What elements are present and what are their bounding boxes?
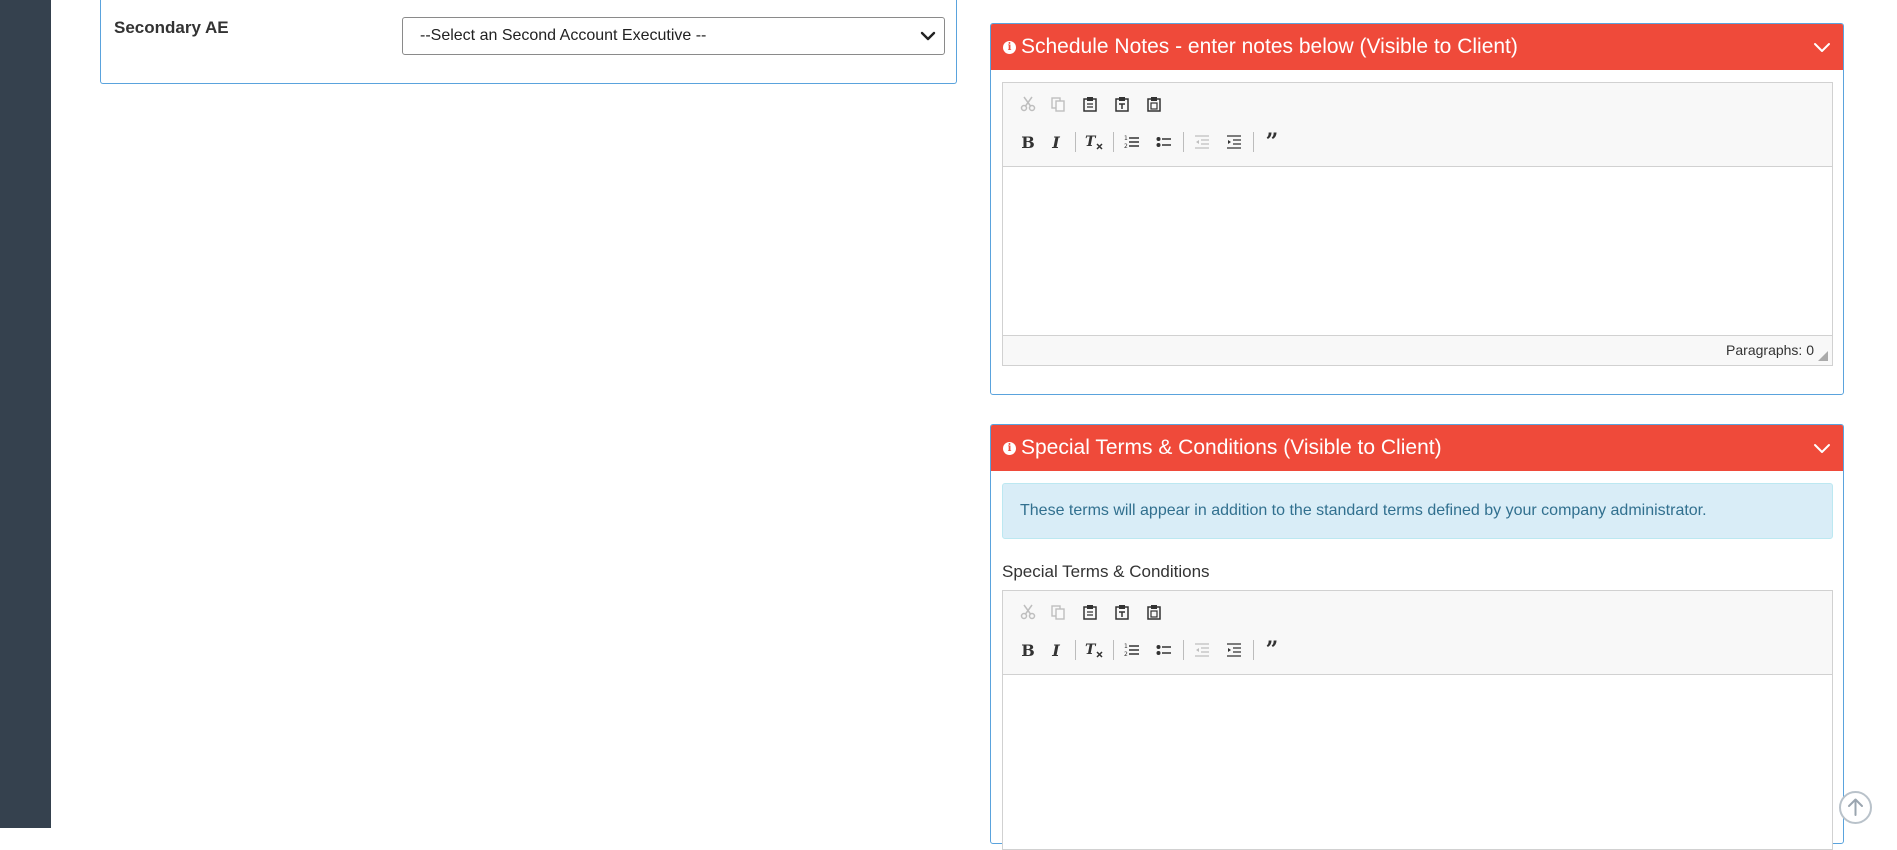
indent-icon[interactable] (1223, 131, 1245, 153)
scroll-to-top-button[interactable] (1839, 791, 1872, 824)
schedule-notes-header[interactable]: i Schedule Notes - enter notes below (Vi… (991, 24, 1843, 70)
paste-icon[interactable] (1079, 601, 1101, 623)
remove-format-icon[interactable]: T (1083, 131, 1105, 153)
toolbar-separator (1253, 640, 1254, 660)
chevron-down-icon[interactable] (1813, 40, 1831, 54)
secondary-ae-label: Secondary AE (114, 18, 229, 37)
account-executive-panel: Secondary AE --Select an Second Account … (100, 0, 957, 84)
chevron-down-icon (920, 31, 936, 41)
schedule-notes-editor: B I T 12 ” Paragraphs: 0 (1002, 82, 1833, 366)
svg-text:2: 2 (1124, 143, 1128, 150)
numbered-list-icon[interactable]: 12 (1121, 639, 1143, 661)
special-terms-info-alert: These terms will appear in addition to t… (1002, 483, 1833, 539)
info-icon: i (1003, 41, 1016, 54)
schedule-notes-content-area[interactable] (1003, 167, 1832, 335)
cut-icon[interactable] (1017, 93, 1039, 115)
paste-text-icon[interactable] (1111, 601, 1133, 623)
secondary-ae-select-value: --Select an Second Account Executive -- (420, 27, 707, 44)
bulleted-list-icon[interactable] (1153, 131, 1175, 153)
resize-handle-icon[interactable] (1818, 351, 1828, 361)
svg-text:2: 2 (1124, 651, 1128, 658)
copy-icon[interactable] (1047, 601, 1069, 623)
svg-text:T: T (1085, 642, 1097, 658)
numbered-list-icon[interactable]: 12 (1121, 131, 1143, 153)
bold-icon[interactable]: B (1017, 639, 1039, 661)
editor-status-bar: Paragraphs: 0 (1003, 335, 1832, 365)
schedule-notes-title: Schedule Notes - enter notes below (Visi… (1021, 35, 1518, 58)
special-terms-editor: B I T 12 ” (1002, 590, 1833, 850)
info-icon: i (1003, 442, 1016, 455)
remove-format-icon[interactable]: T (1083, 639, 1105, 661)
blockquote-icon[interactable]: ” (1261, 637, 1283, 663)
special-terms-card: i Special Terms & Conditions (Visible to… (990, 424, 1844, 850)
bold-icon[interactable]: B (1017, 131, 1039, 153)
svg-text:1: 1 (1124, 135, 1128, 142)
svg-text:T: T (1085, 134, 1097, 150)
chevron-down-icon[interactable] (1813, 441, 1831, 455)
copy-icon[interactable] (1047, 93, 1069, 115)
outdent-icon[interactable] (1191, 639, 1213, 661)
special-terms-title: Special Terms & Conditions (Visible to C… (1021, 436, 1442, 459)
left-sidebar-rail (0, 0, 51, 828)
arrow-up-icon (1848, 798, 1863, 816)
editor-toolbar: B I T 12 ” (1003, 591, 1832, 675)
toolbar-separator (1253, 132, 1254, 152)
editor-toolbar: B I T 12 ” (1003, 83, 1832, 167)
svg-text:1: 1 (1124, 643, 1128, 650)
toolbar-separator (1183, 640, 1184, 660)
toolbar-separator (1113, 640, 1114, 660)
paste-word-icon[interactable] (1143, 93, 1165, 115)
blockquote-icon[interactable]: ” (1261, 129, 1283, 155)
special-terms-field-label: Special Terms & Conditions (1002, 562, 1210, 581)
bulleted-list-icon[interactable] (1153, 639, 1175, 661)
secondary-ae-select[interactable]: --Select an Second Account Executive -- (402, 17, 945, 55)
italic-icon[interactable]: I (1045, 639, 1067, 661)
toolbar-separator (1075, 132, 1076, 152)
cut-icon[interactable] (1017, 601, 1039, 623)
indent-icon[interactable] (1223, 639, 1245, 661)
paste-text-icon[interactable] (1111, 93, 1133, 115)
outdent-icon[interactable] (1191, 131, 1213, 153)
toolbar-separator (1183, 132, 1184, 152)
italic-icon[interactable]: I (1045, 131, 1067, 153)
toolbar-separator (1113, 132, 1114, 152)
paste-icon[interactable] (1079, 93, 1101, 115)
paragraph-count: Paragraphs: 0 (1726, 342, 1814, 358)
toolbar-separator (1075, 640, 1076, 660)
paste-word-icon[interactable] (1143, 601, 1165, 623)
special-terms-content-area[interactable] (1003, 675, 1832, 843)
special-terms-header[interactable]: i Special Terms & Conditions (Visible to… (991, 425, 1843, 471)
schedule-notes-card: i Schedule Notes - enter notes below (Vi… (990, 23, 1844, 395)
